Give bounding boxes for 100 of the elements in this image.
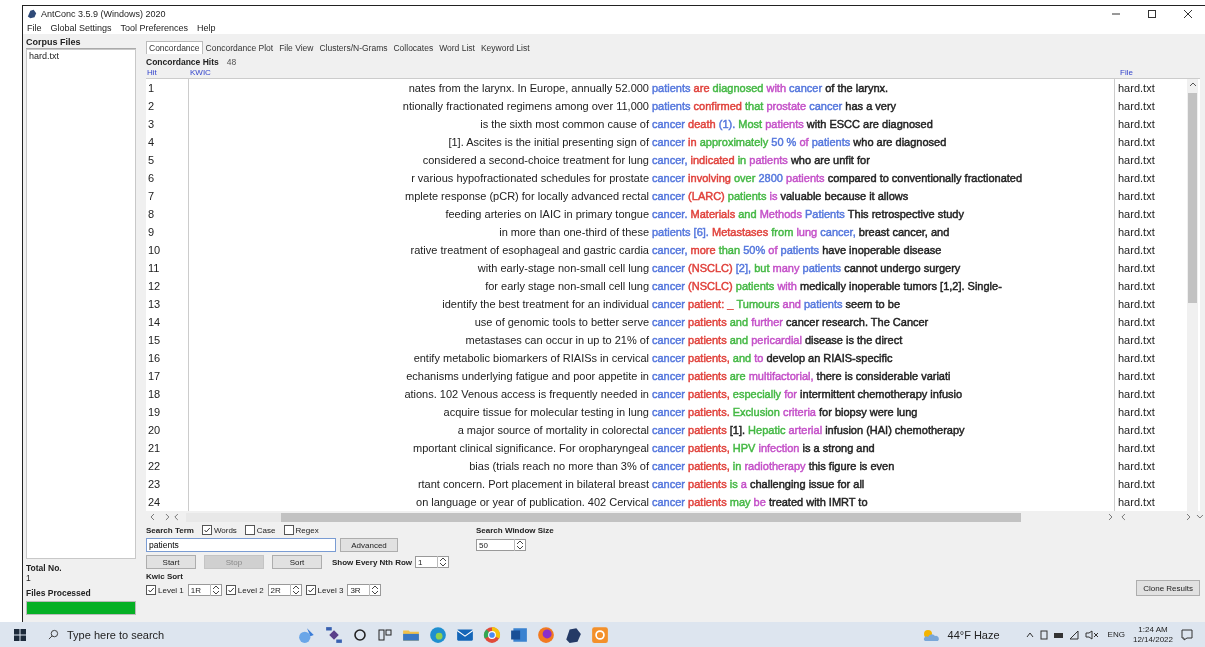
checkbox-label: Level 3: [317, 585, 344, 595]
context-word: patients: [765, 118, 804, 130]
checkbox[interactable]: [305, 585, 316, 595]
scroll-up-icon[interactable]: [1188, 81, 1197, 87]
browser-icon[interactable]: [537, 625, 555, 644]
clone-results-button[interactable]: Clone Results: [1136, 580, 1200, 596]
tab[interactable]: Concordance: [146, 41, 203, 54]
document-icon[interactable]: [510, 625, 528, 644]
hit-number: 22: [148, 460, 161, 472]
context-word: 50%: [743, 244, 766, 256]
tab[interactable]: Clusters/N-Grams: [316, 41, 391, 54]
column-header[interactable]: File: [1120, 68, 1133, 77]
advanced-button[interactable]: Advanced: [340, 538, 398, 552]
context-word: be: [753, 496, 766, 508]
browser-icon[interactable]: [429, 625, 447, 644]
clock-date[interactable]: 12/14/2022: [1132, 634, 1173, 645]
left-context: r various hypofractionated schedules for prostate: [411, 172, 649, 184]
scroll-down-icon[interactable]: [1185, 513, 1205, 521]
left-context: is the sixth most common cause of: [480, 118, 649, 130]
checkbox[interactable]: [146, 585, 156, 595]
context-word: is a strong and: [802, 442, 875, 454]
context-word: lung: [796, 226, 818, 238]
close-icon[interactable]: [1183, 8, 1193, 19]
checkbox[interactable]: [201, 525, 212, 535]
tab[interactable]: Concordance Plot: [202, 41, 277, 54]
context-word: and: [782, 298, 801, 310]
context-word: Materials: [690, 208, 736, 220]
hit-number: 23: [148, 478, 161, 490]
window-size-spinner[interactable]: 50: [476, 539, 526, 551]
tab[interactable]: Collocates: [390, 41, 437, 54]
tray-icons-drawing[interactable]: [1025, 629, 1100, 640]
file-item[interactable]: hard.txt: [27, 50, 135, 62]
circle-icon[interactable]: [352, 626, 368, 643]
menu-item[interactable]: File: [27, 22, 42, 33]
browser-icon[interactable]: [483, 625, 501, 644]
vertical-scrollbar[interactable]: [1187, 79, 1198, 511]
file-name: hard.txt: [1118, 370, 1155, 382]
checkbox[interactable]: [225, 585, 236, 595]
context-word: diagnosed: [712, 82, 764, 94]
action-button[interactable]: Sort: [272, 555, 322, 569]
context-word: Tumours: [736, 298, 780, 310]
nth-row-label: Show Every Nth Row: [332, 557, 412, 567]
menu-item[interactable]: Global Settings: [50, 22, 112, 33]
context-word: patients: [803, 298, 843, 310]
context-word: patients: [688, 370, 727, 382]
checkbox[interactable]: [283, 525, 294, 535]
search-field[interactable]: patients: [146, 538, 336, 552]
file-name: hard.txt: [1118, 334, 1155, 346]
hit-number: 18: [148, 388, 161, 400]
keyword: cancer: [652, 262, 686, 274]
hit-number: 19: [148, 406, 161, 418]
left-context: acquire tissue for molecular testing in lung: [443, 406, 649, 418]
keyword: cancer: [652, 136, 686, 148]
scroll-thumb[interactable]: [1188, 93, 1197, 303]
menu-item[interactable]: Help: [197, 22, 216, 33]
hit-number: 13: [148, 298, 161, 310]
left-context: mportant clinical significance. For oropharyngeal: [413, 442, 649, 454]
hit-number: 11: [148, 262, 160, 274]
scroll-right-icon[interactable]: [1107, 513, 1128, 521]
app-icon[interactable]: [564, 625, 582, 644]
taskbar-search-field[interactable]: Type here to search: [48, 628, 248, 641]
context-word: [6].: [693, 226, 709, 238]
level-spinner[interactable]: 1R: [187, 584, 222, 596]
search-icon[interactable]: [48, 629, 59, 640]
tab[interactable]: File View: [276, 41, 317, 54]
windows-start-icon[interactable]: [14, 628, 26, 641]
maximize-icon[interactable]: [1147, 8, 1157, 19]
scroll-left-icon[interactable]: [150, 513, 180, 521]
context-word: is: [729, 478, 738, 490]
left-context: metastases can occur in up to 21% of: [465, 334, 649, 346]
satellite-icon[interactable]: [325, 625, 343, 644]
context-word: in: [732, 460, 742, 472]
column-header[interactable]: KWIC: [190, 68, 211, 77]
column-header[interactable]: Hit: [147, 68, 157, 77]
action-button[interactable]: Start: [146, 555, 196, 569]
level-spinner[interactable]: 2R: [267, 584, 302, 596]
left-context: considered a second-choice treatment for lung: [422, 154, 649, 166]
context-word: patients: [802, 262, 842, 274]
tab[interactable]: Word List: [436, 41, 478, 54]
context-word: pericardial: [751, 334, 802, 346]
file-name: hard.txt: [1118, 226, 1155, 238]
context-word: may: [729, 496, 751, 508]
clock-time[interactable]: 1:24 AM: [1138, 624, 1168, 635]
context-word: are: [729, 370, 746, 382]
task-view-icon[interactable]: [377, 626, 393, 643]
nth-row-spinner[interactable]: 1: [415, 556, 449, 568]
notification-icon[interactable]: [1181, 628, 1193, 641]
level-spinner[interactable]: 3R: [347, 584, 382, 596]
weather-text[interactable]: 44°F Haze: [947, 628, 1000, 641]
hit-number: 3: [148, 118, 155, 130]
context-word: and: [729, 316, 749, 328]
keyword: cancer: [652, 280, 686, 292]
horizontal-scrollbar[interactable]: [185, 512, 1022, 522]
menu-item[interactable]: Tool Preferences: [120, 22, 189, 33]
checkbox[interactable]: [244, 525, 255, 535]
language-indicator[interactable]: ENG: [1107, 630, 1125, 639]
tab[interactable]: Keyword List: [477, 41, 533, 54]
file-name: hard.txt: [1118, 118, 1155, 130]
context-word: are: [693, 82, 710, 94]
keyword: cancer: [652, 406, 686, 418]
